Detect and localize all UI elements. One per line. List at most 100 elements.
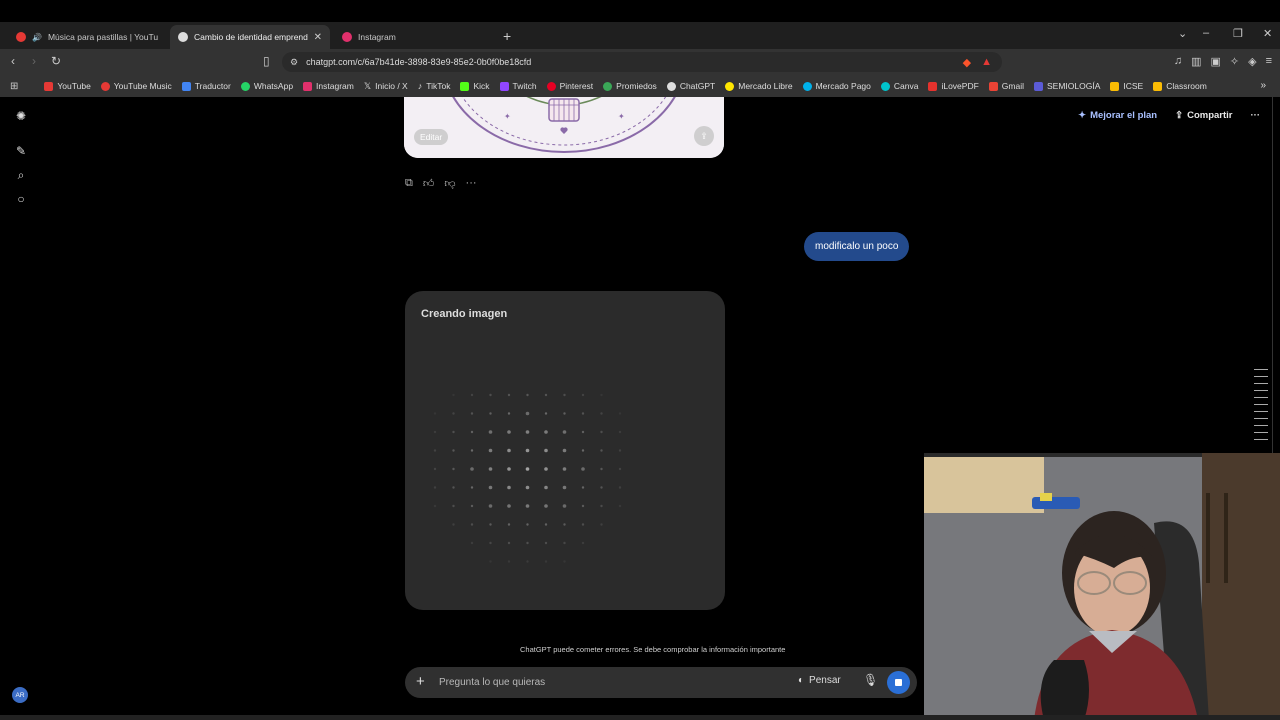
scroll-indicator[interactable]	[1254, 369, 1268, 446]
address-bar[interactable]: ⚙ chatgpt.com/c/6a7b41de-3898-83e9-85e2-…	[282, 52, 1002, 72]
close-icon[interactable]: ✕	[314, 32, 322, 43]
brave-shield-icon[interactable]: ◆	[963, 56, 971, 69]
loading-dots	[433, 393, 622, 563]
bookmark-whatsapp[interactable]: WhatsApp	[240, 81, 293, 91]
bookmark-mercado-libre[interactable]: Mercado Libre	[725, 81, 793, 91]
bookmark-x[interactable]: 𝕏 Inicio / X	[364, 81, 408, 92]
url-text[interactable]: chatgpt.com/c/6a7b41de-3898-83e9-85e2-0b…	[306, 57, 531, 67]
bookmark-promiedos[interactable]: Promiedos	[603, 81, 657, 91]
close-window-button[interactable]: ✕	[1263, 27, 1272, 40]
bookmark-icse[interactable]: ICSE	[1110, 81, 1143, 91]
openai-logo-icon[interactable]: ✺	[14, 109, 28, 123]
bookmark-traductor[interactable]: Traductor	[181, 81, 231, 91]
chatgpt-favicon-icon	[178, 32, 188, 42]
kick-icon	[460, 81, 470, 91]
bookmark-label: Mercado Pago	[815, 81, 871, 91]
mercado-libre-icon	[725, 81, 735, 91]
think-button[interactable]: ◐ Pensar	[798, 675, 841, 686]
edit-image-button[interactable]: Editar	[414, 129, 449, 145]
bookmark-youtube[interactable]: YouTube	[44, 81, 91, 91]
back-arrow-icon[interactable]: ‹	[11, 54, 15, 68]
share-image-icon[interactable]: ⇪	[694, 126, 714, 146]
bookmark-ilovepdf[interactable]: iLovePDF	[928, 81, 979, 91]
taskbar	[0, 715, 1280, 720]
media-icon[interactable]: ♫	[1174, 55, 1182, 68]
os-top-strip	[0, 0, 1280, 22]
instagram-favicon-icon	[342, 32, 352, 42]
thumbs-down-icon[interactable]: 👎︎	[444, 177, 455, 190]
prompt-input[interactable]	[439, 674, 769, 691]
url-icons: ◆ ▲	[963, 56, 992, 69]
svg-text:✦: ✦	[618, 112, 625, 121]
bookmark-mercado-pago[interactable]: Mercado Pago	[802, 81, 871, 91]
pinterest-icon	[546, 81, 556, 91]
stop-generation-button[interactable]	[887, 671, 910, 694]
minimize-button[interactable]: –	[1203, 27, 1209, 39]
bookmark-kick[interactable]: Kick	[460, 81, 490, 91]
search-icon[interactable]: ⌕	[14, 168, 28, 182]
new-tab-button[interactable]: +	[503, 28, 511, 44]
canva-icon	[880, 81, 890, 91]
tab-youtube-music[interactable]: 🔊 Música para pastillas | YouTube M	[8, 25, 166, 49]
think-label: Pensar	[809, 675, 841, 686]
bookmark-label: YouTube	[57, 81, 91, 91]
attach-plus-icon[interactable]: +	[416, 673, 425, 690]
tab-title: Instagram	[358, 32, 396, 42]
toolbar-right: ♫ ▥ ▣ ✧ ◈ ≡	[1174, 55, 1272, 68]
tab-instagram[interactable]: Instagram	[334, 25, 494, 49]
sidebar-icon[interactable]: ▥	[1191, 55, 1201, 68]
tiktok-icon: ♪	[417, 81, 423, 91]
bookmark-label: Inicio / X	[375, 81, 408, 91]
bookmark-youtube-music[interactable]: YouTube Music	[100, 81, 172, 91]
microphone-icon[interactable]: 🎙︎	[863, 673, 878, 687]
site-info-icon[interactable]: ⚙	[290, 57, 298, 68]
reload-icon[interactable]: ↻	[51, 54, 61, 68]
avatar[interactable]: AR	[12, 687, 28, 703]
bookmark-label: Pinterest	[559, 81, 594, 91]
x-icon: 𝕏	[363, 80, 372, 91]
bookmark-classroom[interactable]: Classroom	[1153, 81, 1207, 91]
composer: + ◐ Pensar 🎙︎	[405, 667, 917, 698]
share-button[interactable]: ⇪ Compartir	[1175, 110, 1232, 121]
bookmark-canva[interactable]: Canva	[880, 81, 918, 91]
brave-rewards-icon[interactable]: ▲	[981, 56, 992, 69]
menu-icon[interactable]: ≡	[1266, 55, 1272, 68]
chat-bubble-icon[interactable]: ○	[14, 192, 28, 206]
forward-arrow-icon[interactable]: ›	[32, 54, 36, 68]
copy-icon[interactable]: ⧉	[405, 177, 413, 190]
bookmark-label: YouTube Music	[113, 81, 172, 91]
bookmark-label: ChatGPT	[679, 81, 716, 91]
bookmark-gmail[interactable]: Gmail	[988, 81, 1024, 91]
tab-chatgpt[interactable]: Cambio de identidad emprendim ✕	[170, 25, 330, 49]
bookmark-instagram[interactable]: Instagram	[303, 81, 354, 91]
restore-button[interactable]: ❐	[1233, 27, 1243, 40]
sparkle-icon: ✦	[1078, 110, 1087, 121]
svg-text:✦: ✦	[504, 112, 511, 121]
navigation-bar: ‹ › ↻ ▯ ⚙ chatgpt.com/c/6a7b41de-3898-83…	[0, 49, 1280, 75]
apps-grid-icon[interactable]: ⊞	[10, 81, 18, 92]
more-bookmarks-icon[interactable]: »	[1260, 80, 1266, 91]
more-icon[interactable]: ···	[466, 177, 477, 190]
drive-icon	[1110, 81, 1120, 91]
upgrade-label: Mejorar el plan	[1090, 110, 1158, 121]
vpn-icon[interactable]: ◈	[1248, 55, 1256, 68]
upgrade-button[interactable]: ✦ Mejorar el plan	[1078, 110, 1157, 121]
leo-ai-icon[interactable]: ✧	[1230, 55, 1239, 68]
whatsapp-icon	[240, 81, 250, 91]
classroom-icon	[1153, 81, 1163, 91]
semiologia-icon	[1034, 81, 1043, 91]
bookmark-semiologia[interactable]: SEMIOLOGÍA	[1034, 81, 1100, 91]
bookmark-pinterest[interactable]: Pinterest	[546, 81, 594, 91]
wallet-icon[interactable]: ▣	[1210, 55, 1220, 68]
bookmark-label: Instagram	[316, 81, 354, 91]
generated-image[interactable]: ✦ ✦ Editar ⇪	[404, 97, 724, 158]
webcam-overlay	[924, 453, 1280, 720]
bookmark-twitch[interactable]: Twitch	[499, 81, 537, 91]
tab-list-chevron-icon[interactable]: ⌄	[1178, 27, 1187, 40]
bookmark-icon[interactable]: ▯	[263, 54, 270, 68]
thumbs-up-icon[interactable]: 👍︎	[423, 177, 435, 190]
bookmark-chatgpt[interactable]: ChatGPT	[666, 81, 716, 91]
new-chat-icon[interactable]: ✎	[14, 144, 28, 158]
bookmark-tiktok[interactable]: ♪ TikTok	[418, 81, 451, 91]
more-options-icon[interactable]: ···	[1251, 110, 1261, 121]
